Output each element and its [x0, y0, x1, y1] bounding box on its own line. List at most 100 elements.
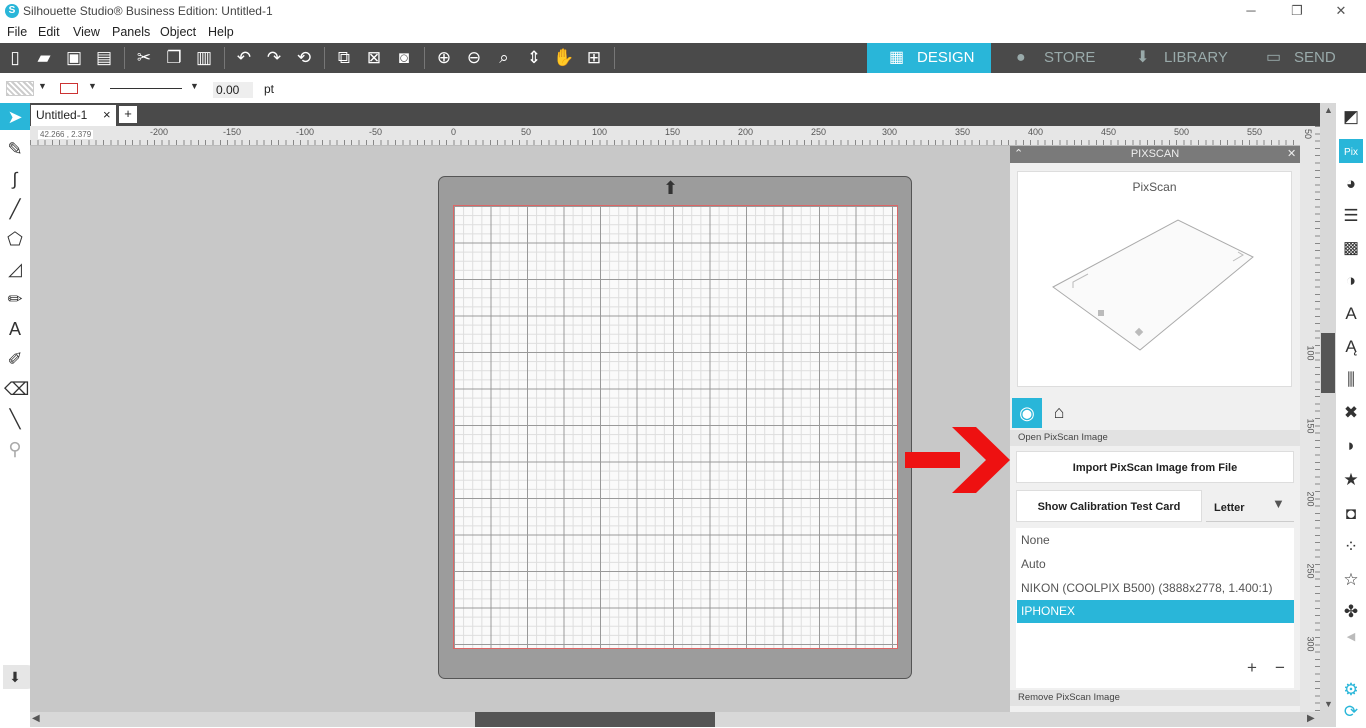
vruler-label: 150 — [1305, 418, 1316, 434]
sketch-tool-icon[interactable]: ✐ — [4, 348, 26, 370]
add-tab-button[interactable]: + — [119, 106, 137, 123]
line-color-dropdown-icon[interactable]: ▼ — [88, 81, 97, 91]
fit-page-icon[interactable]: ⊞ — [583, 47, 605, 69]
save-icon[interactable]: ▣ — [63, 47, 85, 69]
offset-icon[interactable]: ⁘ — [1340, 536, 1362, 558]
fill-pattern-icon[interactable]: ◙ — [393, 47, 415, 69]
fill-dropdown-icon[interactable]: ▼ — [38, 81, 47, 91]
scroll-left-icon[interactable]: ◀ — [32, 713, 40, 724]
eyedropper-tool-icon[interactable]: ⚲ — [4, 438, 26, 460]
cut-icon[interactable]: ✂ — [133, 47, 155, 69]
text-style-icon[interactable]: A — [1340, 303, 1362, 325]
modify-icon[interactable]: ◗ — [1340, 435, 1362, 457]
tab-store[interactable]: ● STORE — [994, 43, 1114, 73]
menu-help[interactable]: Help — [208, 25, 234, 39]
camera-icon[interactable]: ◉ — [1012, 398, 1042, 428]
tab-untitled-1[interactable]: Untitled-1 × — [31, 105, 116, 126]
knife-tool-icon[interactable]: ╲ — [4, 408, 26, 430]
minimize-button[interactable]: ─ — [1228, 0, 1274, 23]
point-edit-icon[interactable]: ✎ — [4, 138, 26, 160]
import-pixscan-button[interactable]: Import PixScan Image from File — [1016, 451, 1294, 483]
pencil-tool-icon[interactable]: ✏ — [4, 288, 26, 310]
tab-send[interactable]: ▭ SEND — [1244, 43, 1366, 73]
align-icon[interactable]: ⫼ — [1340, 369, 1362, 391]
fill-color-swatch[interactable] — [6, 81, 34, 96]
zoom-select-icon[interactable]: ⌕ — [493, 47, 515, 69]
line-style-dropdown-icon[interactable]: ▼ — [190, 81, 199, 91]
group-icon[interactable]: ⧉ — [333, 47, 355, 69]
page-setup-icon[interactable]: ◩ — [1340, 106, 1362, 128]
line-width-input[interactable]: 0.00 — [213, 82, 253, 98]
show-calibration-card-button[interactable]: Show Calibration Test Card — [1016, 490, 1202, 522]
library-drawer-icon[interactable]: ⬇ — [4, 666, 26, 688]
copy-icon[interactable]: ❐ — [163, 47, 185, 69]
library-icon: ⬇ — [1136, 49, 1150, 66]
refresh-icon[interactable]: ⟲ — [293, 47, 315, 69]
text-tool-icon[interactable]: A — [4, 318, 26, 340]
scroll-down-icon[interactable]: ▼ — [1324, 699, 1333, 709]
collapse-panel-icon[interactable]: ⌃ — [1014, 146, 1023, 163]
nesting-icon[interactable]: ✤ — [1340, 601, 1362, 623]
settings-gear-icon[interactable]: ⚙ — [1340, 679, 1362, 701]
ruler-label: -150 — [223, 127, 242, 137]
fill-color-icon[interactable]: ◕ — [1340, 173, 1362, 195]
tab-library[interactable]: ⬇ LIBRARY — [1114, 43, 1244, 73]
tab-design[interactable]: ▦ DESIGN — [867, 43, 991, 73]
fill-pattern-icon[interactable]: ▩ — [1340, 237, 1362, 259]
scanner-icon[interactable]: ⌂ — [1046, 402, 1072, 428]
scroll-up-icon[interactable]: ▲ — [1324, 105, 1333, 115]
ungroup-icon[interactable]: ⊠ — [363, 47, 385, 69]
restore-button[interactable]: ❐ — [1274, 0, 1320, 23]
line-tool-icon[interactable]: ╱ — [4, 198, 26, 220]
fit-to-window-icon[interactable]: ⇕ — [523, 47, 545, 69]
line-style-icon[interactable]: ☰ — [1340, 205, 1362, 227]
curve-tool-icon[interactable]: ∫ — [4, 168, 26, 190]
pixscan-icon[interactable]: Pix — [1339, 139, 1363, 163]
zoom-in-icon[interactable]: ⊕ — [433, 47, 455, 69]
scroll-right-icon[interactable]: ▶ — [1307, 713, 1315, 724]
pan-hand-icon[interactable]: ✋ — [553, 47, 575, 69]
polygon-tool-icon[interactable]: ⬠ — [4, 228, 26, 250]
eraser-tool-icon[interactable]: ⌫ — [4, 378, 29, 400]
new-file-icon[interactable]: ▯ — [4, 47, 26, 69]
close-panel-icon[interactable]: ✕ — [1287, 146, 1296, 163]
list-item[interactable]: None — [1017, 529, 1294, 552]
remove-camera-button[interactable]: − — [1275, 658, 1285, 678]
sync-icon[interactable]: ⟳ — [1340, 701, 1362, 723]
favorites-icon[interactable]: ★ — [1340, 469, 1362, 491]
horizontal-scrollbar[interactable]: ◀ ▶ — [30, 712, 1336, 727]
add-camera-button[interactable]: + — [1247, 658, 1257, 678]
main-toolbar: ▯ ▰ ▣ ▤ ✂ ❐ ▥ ↶ ↷ ⟲ ⧉ ⊠ ◙ ⊕ ⊖ ⌕ ⇕ ✋ ⊞ ▦ D… — [0, 43, 1366, 73]
line-color-swatch[interactable] — [60, 83, 78, 94]
menu-panels[interactable]: Panels — [112, 25, 150, 39]
line-style-preview[interactable] — [110, 88, 182, 89]
list-item[interactable]: NIKON (COOLPIX B500) (3888x2778, 1.400:1… — [1017, 577, 1294, 600]
paper-size-select[interactable]: Letter ▼ — [1206, 496, 1294, 522]
star-icon[interactable]: ☆ — [1340, 569, 1362, 591]
text-to-path-icon[interactable]: Ą — [1340, 336, 1362, 358]
list-item-selected[interactable]: IPHONEX — [1017, 600, 1294, 623]
menu-file[interactable]: File — [7, 25, 27, 39]
menu-edit[interactable]: Edit — [38, 25, 60, 39]
open-folder-icon[interactable]: ▰ — [33, 47, 55, 69]
arc-tool-icon[interactable]: ◿ — [4, 258, 26, 280]
panel-collapse-icon[interactable]: ◀ — [1340, 626, 1362, 648]
chevron-down-icon[interactable]: ▼ — [1272, 496, 1285, 511]
menu-object[interactable]: Object — [160, 25, 196, 39]
vertical-scroll-thumb[interactable] — [1321, 333, 1335, 393]
transform-icon[interactable]: ✖ — [1340, 402, 1362, 424]
shade-icon[interactable]: ◑ — [1340, 270, 1362, 292]
vertical-scrollbar[interactable]: ▲ ▼ — [1320, 103, 1336, 712]
list-item[interactable]: Auto — [1017, 553, 1294, 576]
redo-icon[interactable]: ↷ — [263, 47, 285, 69]
close-window-button[interactable]: ✕ — [1318, 0, 1364, 23]
paste-icon[interactable]: ▥ — [193, 47, 215, 69]
zoom-out-icon[interactable]: ⊖ — [463, 47, 485, 69]
horizontal-scroll-thumb[interactable] — [475, 712, 715, 727]
undo-icon[interactable]: ↶ — [233, 47, 255, 69]
select-arrow-icon[interactable]: ➤ — [4, 106, 26, 128]
trace-icon[interactable]: ◘ — [1340, 503, 1362, 525]
print-icon[interactable]: ▤ — [93, 47, 115, 69]
close-tab-icon[interactable]: × — [103, 107, 111, 122]
menu-view[interactable]: View — [73, 25, 100, 39]
